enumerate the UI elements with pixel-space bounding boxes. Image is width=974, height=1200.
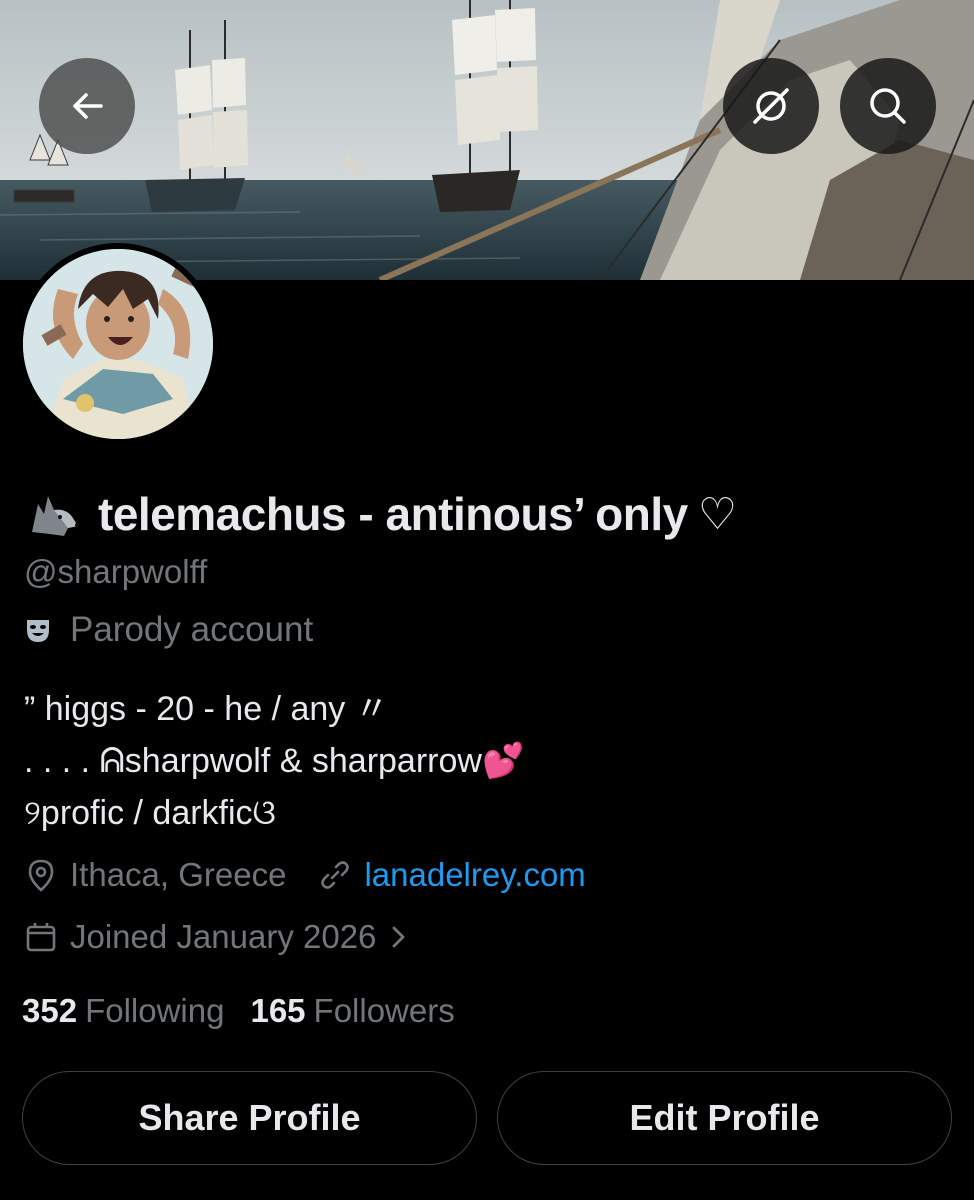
arrow-left-icon	[73, 93, 103, 119]
link-icon	[321, 861, 350, 889]
bio-line: ୨profic / darkficଓ	[24, 794, 276, 832]
bio-line: . . . . ᕱsharpwolf & sharparrow💕	[24, 742, 525, 780]
chevron-right-icon	[393, 926, 405, 948]
bio-line: ” higgs - 20 - he / any 〃	[24, 690, 389, 728]
wolf-icon	[32, 496, 79, 536]
parody-label-row: Parody account	[24, 610, 313, 650]
back-button[interactable]	[39, 58, 135, 154]
theater-mask-icon	[27, 620, 49, 642]
avatar-image	[23, 249, 213, 439]
banner-image	[0, 0, 974, 280]
share-profile-button[interactable]: Share Profile	[22, 1071, 477, 1165]
grok-icon	[753, 88, 789, 124]
search-icon	[870, 88, 906, 124]
profile-banner[interactable]	[0, 0, 974, 280]
followers-stat[interactable]: 165 Followers	[250, 992, 454, 1030]
location-pin-icon	[28, 859, 54, 892]
follow-stats: 352 Following 165 Followers	[22, 992, 455, 1030]
calendar-icon	[26, 923, 56, 952]
search-button[interactable]	[840, 58, 936, 154]
followers-count: 165	[250, 992, 306, 1029]
joined-row[interactable]: Joined January 2026	[24, 918, 410, 956]
followers-label: Followers	[313, 992, 455, 1029]
following-stat[interactable]: 352 Following	[22, 992, 224, 1030]
grok-button[interactable]	[723, 58, 819, 154]
profile-avatar[interactable]	[17, 243, 219, 445]
edit-profile-button[interactable]: Edit Profile	[497, 1071, 952, 1165]
profile-page: telemachus - antinous’ only ♡ @sharpwolf…	[0, 0, 974, 1200]
profile-meta-row: Ithaca, Greece lanadelrey.com	[24, 856, 586, 894]
website-link[interactable]: lanadelrey.com	[364, 856, 585, 894]
location-text: Ithaca, Greece	[70, 856, 287, 893]
following-count: 352	[22, 992, 78, 1029]
display-name: telemachus - antinous’ only	[98, 488, 688, 540]
joined-date: Joined January 2026	[70, 918, 377, 955]
parody-label: Parody account	[70, 610, 314, 649]
heart-symbol: ♡	[697, 488, 737, 540]
display-name-row: telemachus - antinous’ only ♡	[24, 484, 737, 544]
following-label: Following	[85, 992, 225, 1029]
profile-bio: ” higgs - 20 - he / any 〃 . . . . ᕱsharp…	[24, 683, 524, 839]
username-handle: @sharpwolff	[24, 553, 208, 590]
